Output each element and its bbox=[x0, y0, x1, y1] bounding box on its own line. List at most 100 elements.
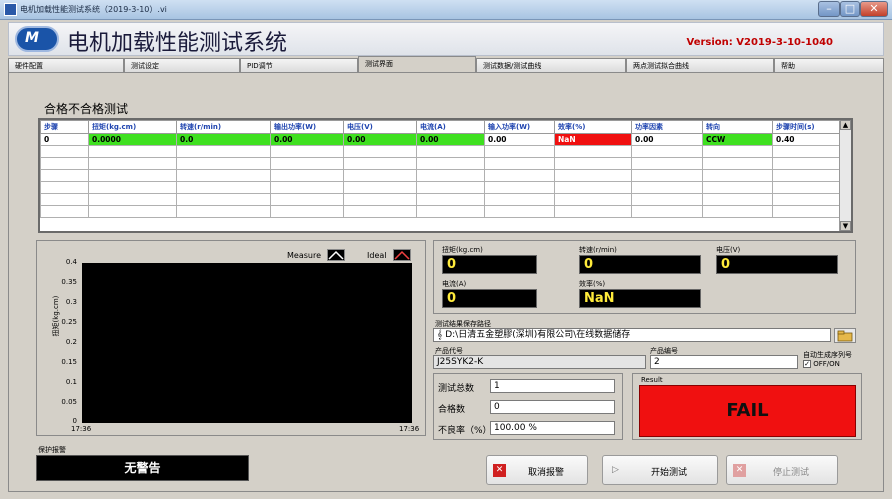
results-table: 步骤 扭矩(kg.cm) 转速(r/min) 输出功率(W) 电压(V) 电流(… bbox=[38, 118, 853, 233]
version-label: Version: V2019-3-10-1040 bbox=[687, 37, 834, 48]
cell-output-power: 0.00 bbox=[270, 133, 344, 146]
cell-torque: 0.0000 bbox=[88, 133, 177, 146]
path-prefix-icon: 𝄞 bbox=[437, 330, 443, 340]
total-value: 1 bbox=[490, 379, 615, 393]
play-icon: ▷ bbox=[612, 465, 619, 475]
ideal-line-icon bbox=[394, 250, 410, 260]
maximize-button[interactable]: □ bbox=[840, 1, 860, 17]
cell-input-power: 0.00 bbox=[484, 133, 555, 146]
window-title: 电机加载性能测试系统（2019-3-10）.vi bbox=[20, 5, 167, 14]
table-row[interactable]: 0 0.0000 0.0 0.00 0.00 0.00 0.00 NaN 0.0… bbox=[40, 133, 841, 146]
product-code-field[interactable]: J25SYK2-K bbox=[433, 355, 646, 369]
stop-icon: ✕ bbox=[733, 464, 746, 477]
app-title: 电机加载性能测试系统 bbox=[67, 31, 288, 56]
save-path-field[interactable]: 𝄞 D:\日清五金塑膠(深圳)有限公司\在线数据储存 bbox=[433, 328, 831, 342]
voltage-readout: 0 bbox=[716, 255, 838, 274]
table-row[interactable] bbox=[40, 205, 841, 218]
start-test-button[interactable]: ▷ 开始测试 bbox=[602, 455, 718, 485]
tab-test-data[interactable]: 测试数据/测试曲线 bbox=[476, 58, 626, 72]
x-tick-end: 17:36 bbox=[399, 425, 420, 433]
close-button[interactable]: ✕ bbox=[860, 1, 888, 17]
defect-label: 不良率（%） bbox=[438, 426, 492, 436]
section-title: 合格不合格测试 bbox=[44, 102, 129, 116]
tab-help[interactable]: 帮助 bbox=[774, 58, 884, 72]
alarm-indicator: 无警告 bbox=[36, 455, 249, 481]
title-bar: 电机加载性能测试系统（2019-3-10）.vi – □ ✕ bbox=[0, 0, 892, 20]
checkbox-check-icon[interactable]: ✓ bbox=[803, 360, 811, 368]
auto-serial-toggle[interactable]: ✓ OFF/ON bbox=[803, 360, 840, 368]
y-tick: 0.3 bbox=[65, 298, 77, 306]
col-input-power: 输入功率(W) bbox=[484, 120, 555, 134]
product-no-field[interactable]: 2 bbox=[650, 355, 798, 369]
app-icon bbox=[4, 3, 17, 16]
table-row[interactable] bbox=[40, 169, 841, 182]
scroll-up-icon[interactable]: ▲ bbox=[840, 120, 851, 130]
tab-two-point-fit[interactable]: 两点测试拟合曲线 bbox=[626, 58, 774, 72]
efficiency-label: 效率(%) bbox=[579, 280, 606, 288]
table-row[interactable] bbox=[40, 157, 841, 170]
torque-readout: 0 bbox=[442, 255, 537, 274]
cell-speed: 0.0 bbox=[176, 133, 271, 146]
col-step: 步骤 bbox=[40, 120, 89, 134]
voltage-label: 电压(V) bbox=[716, 246, 741, 254]
y-tick: 0.25 bbox=[61, 318, 77, 326]
col-efficiency: 效率(%) bbox=[554, 120, 632, 134]
pass-value: 0 bbox=[490, 400, 615, 414]
col-speed: 转速(r/min) bbox=[176, 120, 271, 134]
legend-measure-swatch[interactable] bbox=[327, 249, 345, 261]
measure-line-icon bbox=[328, 250, 344, 260]
y-tick: 0.35 bbox=[61, 278, 77, 286]
cell-step-time: 0.40 bbox=[772, 133, 841, 146]
legend-ideal-swatch[interactable] bbox=[393, 249, 411, 261]
tab-test-interface[interactable]: 测试界面 bbox=[358, 56, 476, 72]
efficiency-readout: NaN bbox=[579, 289, 701, 308]
current-readout: 0 bbox=[442, 289, 537, 308]
col-direction: 转向 bbox=[702, 120, 773, 134]
legend-measure-label: Measure bbox=[287, 251, 321, 260]
app-banner: M 电机加载性能测试系统 Version: V2019-3-10-1040 bbox=[8, 22, 884, 56]
browse-folder-button[interactable] bbox=[834, 328, 856, 343]
tab-hardware-config[interactable]: 硬件配置 bbox=[8, 58, 124, 72]
cell-voltage: 0.00 bbox=[343, 133, 417, 146]
version-value: V2019-3-10-1040 bbox=[736, 37, 833, 48]
cancel-alarm-button[interactable]: ✕ 取消报警 bbox=[486, 455, 588, 485]
readout-panel: 扭矩(kg.cm) 0 转速(r/min) 0 电压(V) 0 电流(A) 0 … bbox=[433, 240, 856, 314]
alarm-label: 保护报警 bbox=[38, 446, 66, 454]
cell-direction: CCW bbox=[702, 133, 773, 146]
tab-pid-tuning[interactable]: PID调节 bbox=[240, 58, 358, 72]
cell-power-factor: 0.00 bbox=[631, 133, 703, 146]
col-power-factor: 功率因素 bbox=[631, 120, 703, 134]
auto-serial-option: OFF/ON bbox=[813, 360, 840, 368]
defect-value: 100.00 % bbox=[490, 421, 615, 435]
col-step-time: 步骤时间(s) bbox=[772, 120, 841, 134]
y-tick: 0.1 bbox=[65, 378, 77, 386]
results-grid: 步骤 扭矩(kg.cm) 转速(r/min) 输出功率(W) 电压(V) 电流(… bbox=[40, 120, 841, 218]
y-tick: 0.4 bbox=[65, 258, 77, 266]
table-header-row: 步骤 扭矩(kg.cm) 转速(r/min) 输出功率(W) 电压(V) 电流(… bbox=[40, 120, 841, 134]
tab-test-settings[interactable]: 测试设定 bbox=[124, 58, 240, 72]
y-tick: 0.2 bbox=[65, 338, 77, 346]
version-prefix: Version: bbox=[686, 37, 733, 48]
auto-serial-label: 自动生成序列号 bbox=[803, 351, 852, 359]
table-row[interactable] bbox=[40, 181, 841, 194]
company-logo: M bbox=[15, 26, 59, 52]
scroll-down-icon[interactable]: ▼ bbox=[840, 221, 851, 231]
x-tick-start: 17:36 bbox=[71, 425, 92, 433]
table-row[interactable] bbox=[40, 193, 841, 206]
col-current: 电流(A) bbox=[416, 120, 485, 134]
torque-chart: Measure Ideal 扭矩(kg.cm) 0.4 0.35 0.3 0.2… bbox=[36, 240, 426, 436]
table-row[interactable] bbox=[40, 145, 841, 158]
minimize-button[interactable]: – bbox=[818, 1, 840, 17]
stop-test-button[interactable]: ✕ 停止测试 bbox=[726, 455, 838, 485]
chart-plot-area[interactable] bbox=[82, 263, 412, 423]
y-tick: 0.15 bbox=[61, 358, 77, 366]
table-scrollbar[interactable]: ▲ ▼ bbox=[839, 120, 851, 231]
cell-step: 0 bbox=[40, 133, 89, 146]
y-tick: 0.05 bbox=[61, 398, 77, 406]
folder-icon bbox=[837, 330, 853, 342]
pass-label: 合格数 bbox=[438, 405, 466, 415]
result-label: Result bbox=[641, 376, 663, 384]
stop-test-label: 停止测试 bbox=[772, 468, 809, 478]
start-test-label: 开始测试 bbox=[650, 468, 687, 478]
cell-efficiency: NaN bbox=[554, 133, 632, 146]
